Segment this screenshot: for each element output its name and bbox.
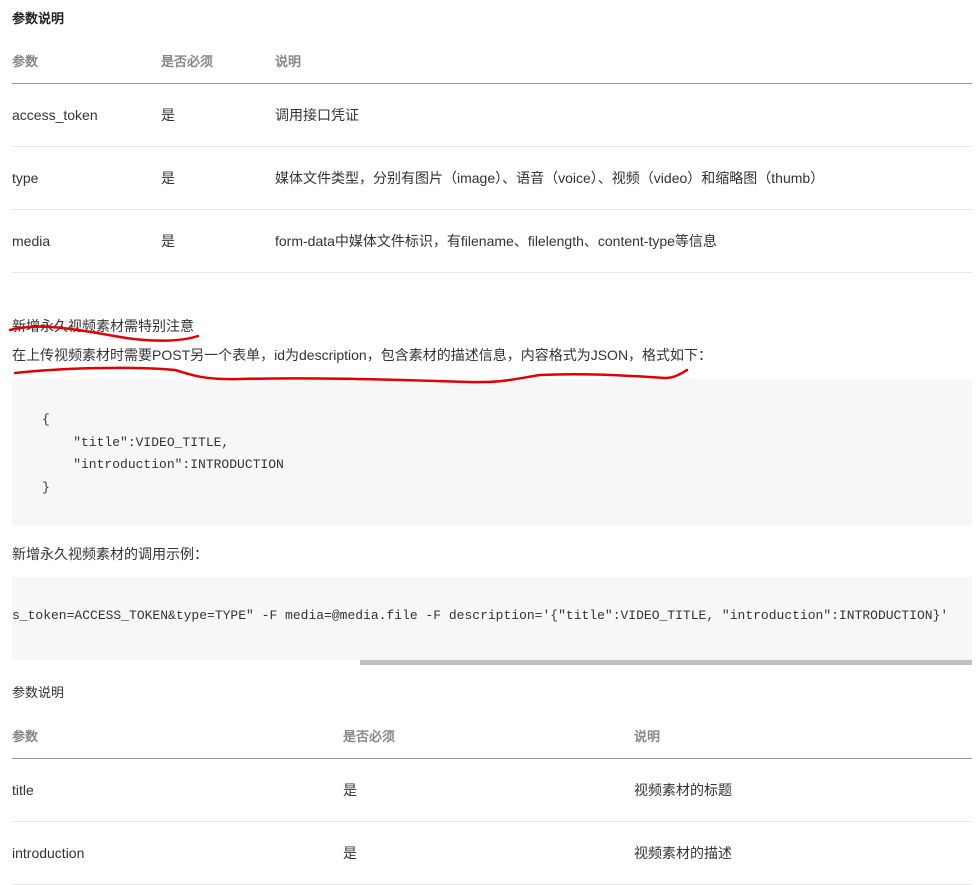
param-name: introduction (12, 821, 343, 885)
table-row: access_token 是 调用接口凭证 (12, 83, 972, 147)
param-required: 是 (161, 83, 275, 147)
table-row: type 是 媒体文件类型，分别有图片（image）、语音（voice）、视频（… (12, 146, 972, 210)
curl-command: s_token=ACCESS_TOKEN&type=TYPE" -F media… (12, 608, 949, 623)
table-header-row: 参数 是否必须 说明 (12, 38, 972, 84)
note-video-attention: 新增永久视频素材需特别注意 (12, 318, 194, 334)
param-description: 视频素材的标题 (634, 758, 972, 822)
header-required: 是否必须 (343, 713, 634, 759)
table-row: media 是 form-data中媒体文件标识，有filename、filel… (12, 209, 972, 273)
json-code-block: { "title":VIDEO_TITLE, "introduction":IN… (12, 379, 972, 526)
param-name: access_token (12, 83, 161, 147)
curl-code-block[interactable]: s_token=ACCESS_TOKEN&type=TYPE" -F media… (12, 577, 972, 660)
param-required: 是 (343, 821, 634, 885)
table-row: title 是 视频素材的标题 (12, 758, 972, 822)
params-table-2: 参数 是否必须 说明 title 是 视频素材的标题 introduction … (12, 713, 972, 885)
param-required: 是 (161, 209, 275, 273)
param-description: 视频素材的描述 (634, 821, 972, 885)
param-required: 是 (161, 146, 275, 210)
horizontal-scrollbar[interactable] (360, 660, 972, 665)
param-name: type (12, 146, 161, 210)
note-call-example: 新增永久视频素材的调用示例： (12, 546, 208, 562)
header-param: 参数 (12, 713, 343, 759)
section-title-params-2: 参数说明 (12, 685, 65, 700)
param-description: 媒体文件类型，分别有图片（image）、语音（voice）、视频（video）和… (275, 146, 972, 210)
table-header-row: 参数 是否必须 说明 (12, 713, 972, 759)
param-name: media (12, 209, 161, 273)
params-table-1: 参数 是否必须 说明 access_token 是 调用接口凭证 type 是 … (12, 38, 972, 273)
param-description: 调用接口凭证 (275, 83, 972, 147)
header-description: 说明 (275, 38, 972, 84)
section-title-params-1: 参数说明 (12, 11, 65, 26)
header-description: 说明 (634, 713, 972, 759)
param-name: title (12, 758, 343, 822)
header-param: 参数 (12, 38, 161, 84)
header-required: 是否必须 (161, 38, 275, 84)
note-upload-description: 在上传视频素材时需要POST另一个表单，id为description，包含素材的… (12, 347, 713, 363)
param-description: form-data中媒体文件标识，有filename、filelength、co… (275, 209, 972, 273)
param-required: 是 (343, 758, 634, 822)
json-code: { "title":VIDEO_TITLE, "introduction":IN… (42, 412, 284, 495)
table-row: introduction 是 视频素材的描述 (12, 821, 972, 885)
